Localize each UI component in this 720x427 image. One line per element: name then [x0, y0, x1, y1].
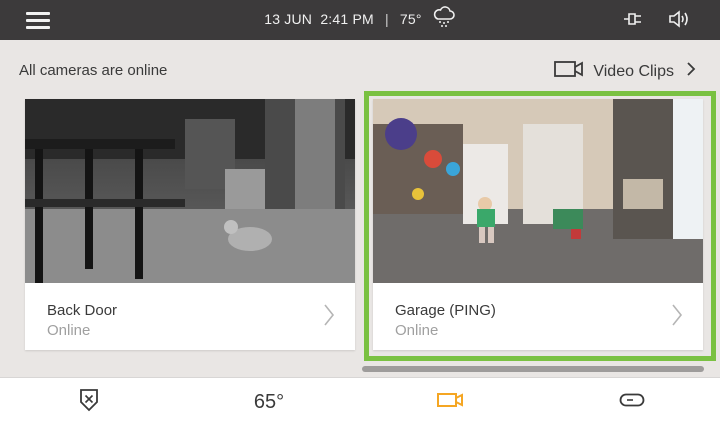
- device-pill-icon: [619, 392, 645, 413]
- camera-name: Back Door: [47, 302, 118, 319]
- camera-card-back-door[interactable]: Back Door Online: [25, 99, 355, 350]
- video-camera-icon: [554, 60, 584, 83]
- camera-name: Garage (PING): [395, 302, 496, 319]
- cameras-header: All cameras are online Video Clips: [0, 52, 720, 88]
- horizontal-scrollbar[interactable]: [362, 366, 704, 372]
- camera-feed-garage[interactable]: [373, 99, 703, 283]
- tab-security[interactable]: [49, 378, 129, 427]
- cameras-status-text: All cameras are online: [19, 62, 168, 79]
- time-text: 2:41 PM: [320, 11, 374, 28]
- video-clips-label: Video Clips: [593, 62, 674, 80]
- speaker-icon[interactable]: [668, 10, 690, 28]
- tab-thermostat[interactable]: 65°: [229, 378, 309, 427]
- camera-feed-back-door[interactable]: [25, 99, 355, 283]
- status-separator: |: [384, 11, 389, 28]
- camera-icon: [437, 391, 465, 414]
- top-status-bar: 13 JUN 2:41 PM | 75°: [0, 0, 720, 40]
- camera-status: Online: [47, 322, 91, 339]
- tab-devices[interactable]: [592, 378, 672, 427]
- rain-cloud-icon: [432, 6, 456, 31]
- status-text: 13 JUN 2:41 PM | 75°: [0, 6, 720, 31]
- chevron-right-icon: [686, 61, 696, 82]
- tab-cameras[interactable]: [411, 378, 491, 427]
- chevron-right-icon: [671, 303, 683, 332]
- chevron-right-icon: [323, 303, 335, 332]
- outdoor-temperature: 75°: [399, 11, 422, 28]
- date-text: 13 JUN: [264, 11, 313, 28]
- video-clips-link[interactable]: Video Clips: [554, 60, 696, 83]
- camera-status: Online: [395, 322, 439, 339]
- security-shield-icon: [79, 388, 99, 417]
- camera-card-garage[interactable]: Garage (PING) Online: [373, 99, 703, 350]
- plug-icon[interactable]: [622, 10, 644, 28]
- thermostat-temperature: 65°: [253, 391, 285, 413]
- bottom-nav: 65°: [0, 377, 720, 427]
